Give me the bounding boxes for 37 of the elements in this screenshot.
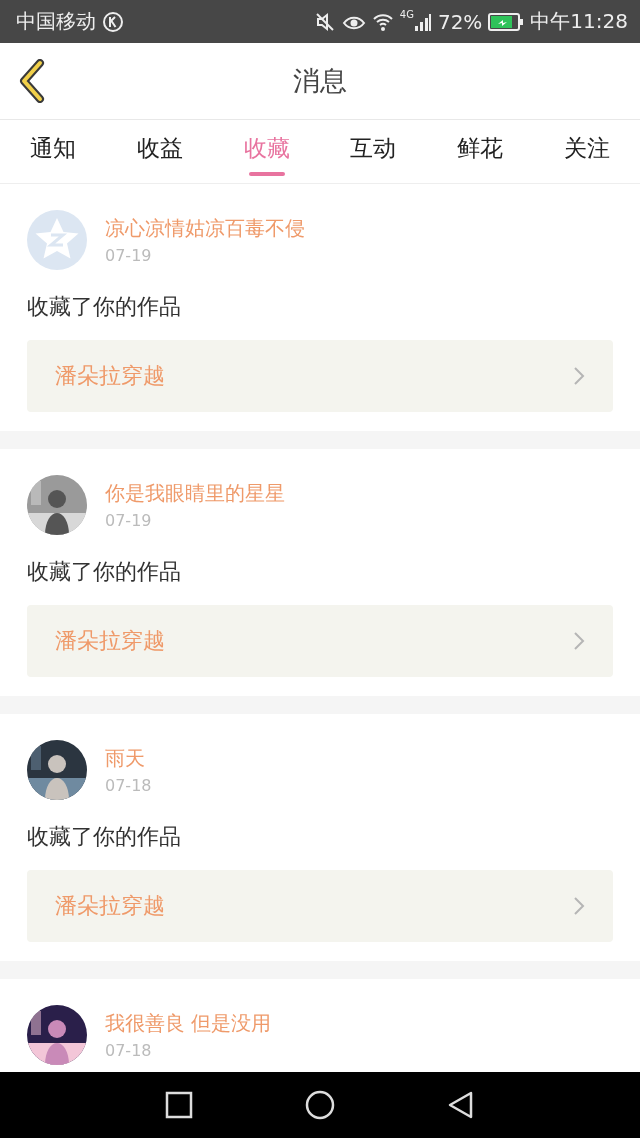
- message-date: 07-19: [105, 246, 153, 265]
- tab[interactable]: 鲜花: [426, 120, 534, 183]
- message-date: 07-19: [105, 511, 153, 530]
- k-circle-icon: [102, 10, 124, 33]
- message-text: 收藏了你的作品: [27, 823, 182, 851]
- work-link[interactable]: 潘朵拉穿越: [27, 870, 613, 942]
- chevron-right-icon: [573, 366, 585, 386]
- message-date: 07-18: [105, 1041, 153, 1060]
- back-triangle-icon[interactable]: [447, 1090, 475, 1120]
- carrier-name: 中国移动: [16, 8, 96, 35]
- mute-icon: [313, 10, 336, 33]
- tab[interactable]: 互动: [320, 120, 427, 183]
- user-name[interactable]: 我很善良 但是没用: [105, 1010, 272, 1037]
- message-text: 收藏了你的作品: [27, 293, 182, 321]
- work-link[interactable]: 潘朵拉穿越: [27, 605, 613, 677]
- user-name[interactable]: 雨天: [105, 745, 152, 772]
- tab[interactable]: 收藏: [213, 120, 320, 183]
- user-name[interactable]: 凉心凉情姑凉百毒不侵: [105, 215, 305, 242]
- chevron-right-icon: [573, 896, 585, 916]
- work-title: 潘朵拉穿越: [55, 362, 165, 390]
- battery-icon: [488, 11, 525, 32]
- clock: 中午11:28: [530, 8, 628, 35]
- chevron-right-icon: [573, 631, 585, 651]
- square-icon[interactable]: [165, 1091, 193, 1119]
- home-circle-icon[interactable]: [305, 1090, 335, 1120]
- page-title: 消息: [293, 64, 347, 98]
- work-title: 潘朵拉穿越: [55, 892, 165, 920]
- work-link[interactable]: 潘朵拉穿越: [27, 340, 613, 412]
- user-name[interactable]: 你是我眼睛里的星星: [105, 480, 285, 507]
- battery-percent: 72%: [437, 9, 483, 34]
- tab[interactable]: 收益: [106, 120, 214, 183]
- network-type: 4G: [399, 9, 414, 20]
- work-title: 潘朵拉穿越: [55, 627, 165, 655]
- tab[interactable]: 关注: [533, 120, 640, 183]
- message-date: 07-18: [105, 776, 152, 795]
- message-text: 收藏了你的作品: [27, 558, 182, 586]
- tab[interactable]: 通知: [0, 120, 107, 183]
